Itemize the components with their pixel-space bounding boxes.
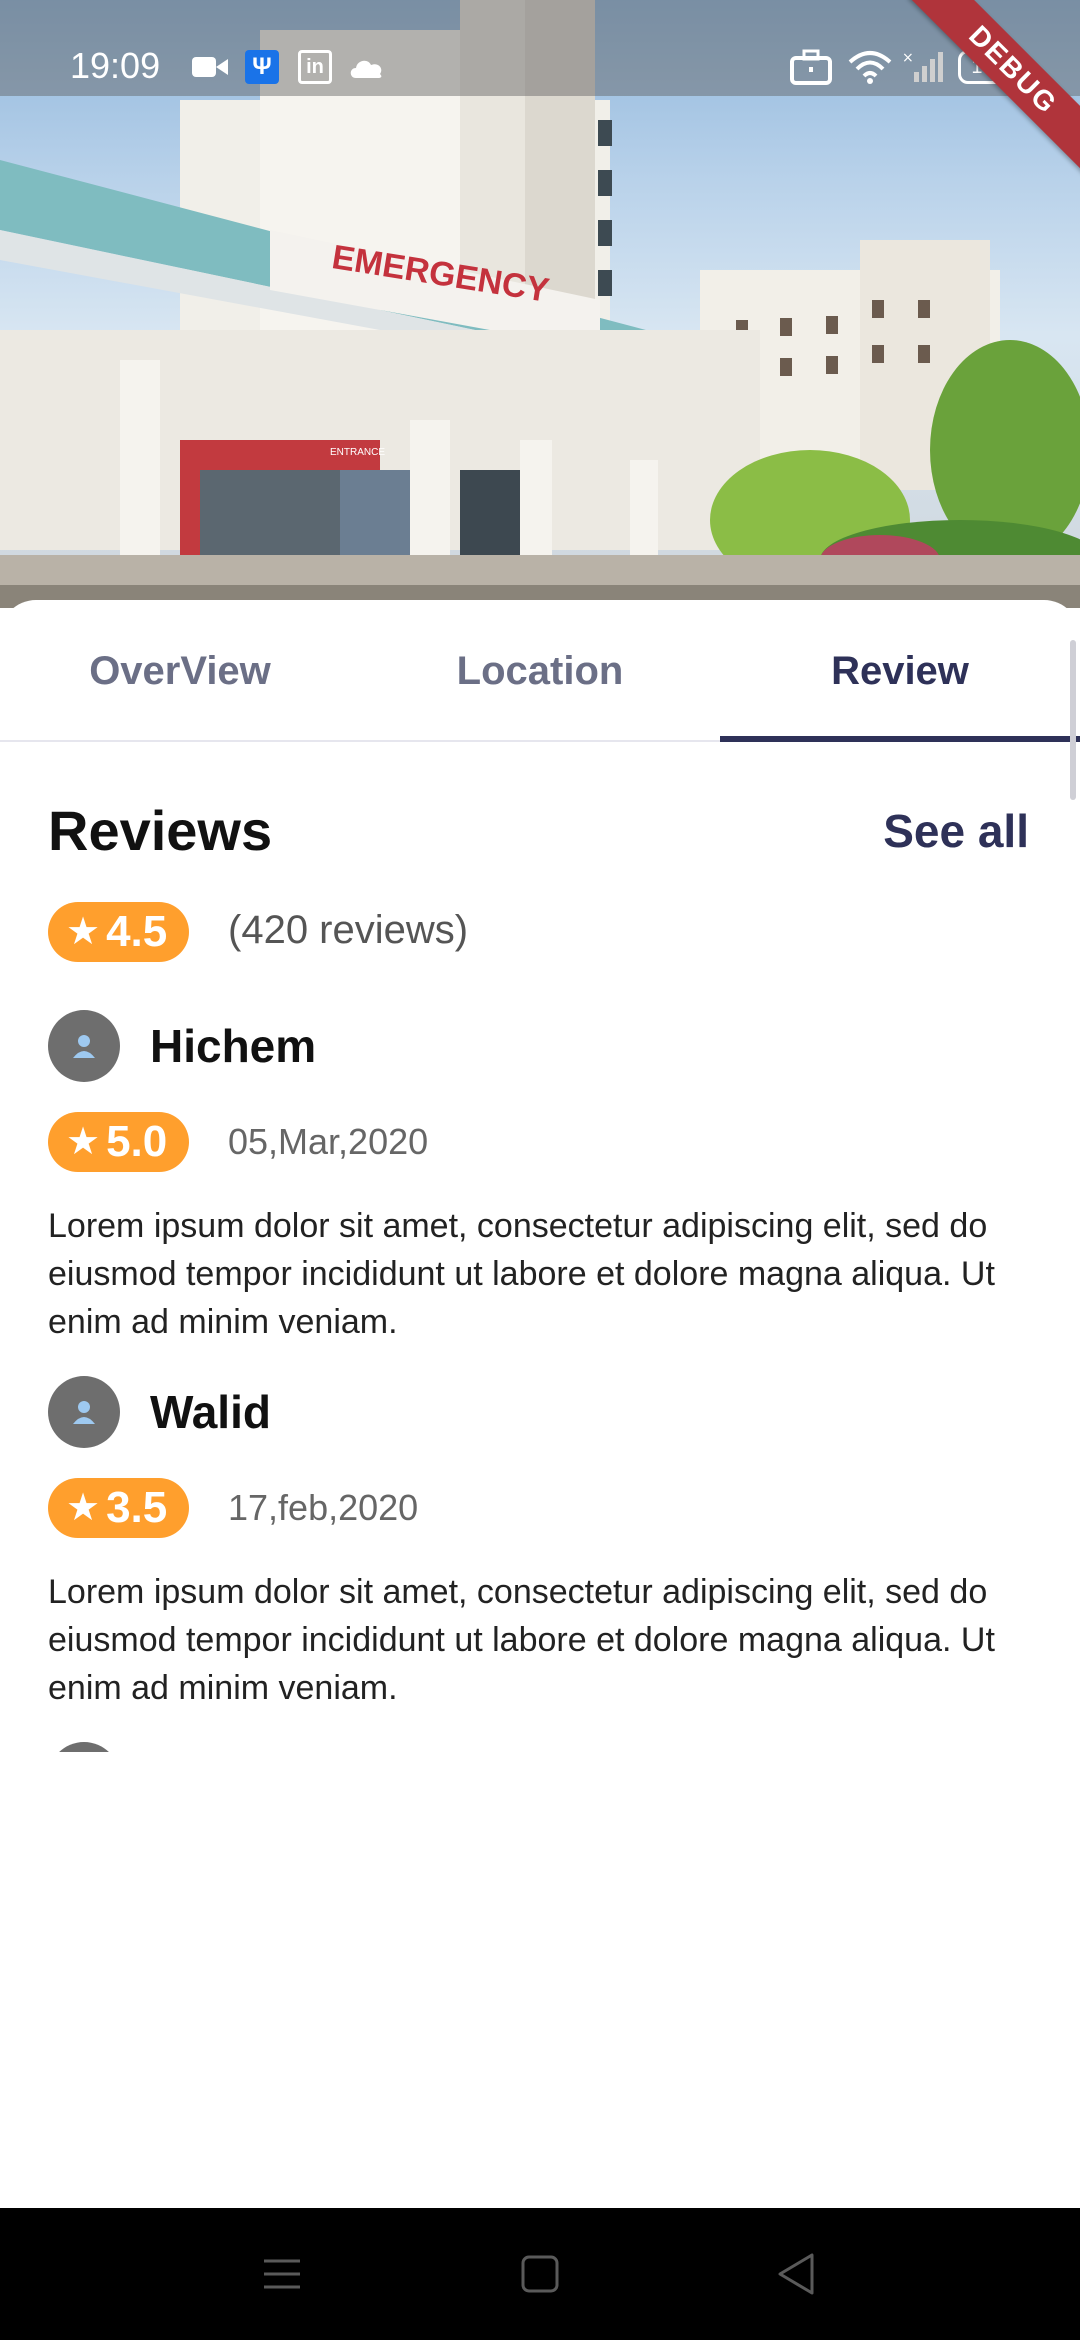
- tab-review[interactable]: Review: [720, 600, 1080, 742]
- tab-bar: OverView Location Review: [0, 600, 1080, 742]
- tab-active-indicator: [720, 736, 1080, 742]
- briefcase-icon: [790, 49, 832, 85]
- review-header: Hichem: [48, 1010, 316, 1082]
- review-date: 17,feb,2020: [228, 1487, 419, 1528]
- signal-icon: ×: [902, 50, 944, 84]
- review-date: 05,Mar,2020: [228, 1121, 429, 1162]
- tab-location[interactable]: Location: [360, 600, 720, 742]
- wifi-icon: [848, 50, 892, 84]
- avatar: [48, 1010, 120, 1082]
- review-count: (420 reviews): [228, 908, 469, 952]
- review-text: Lorem ipsum dolor sit amet, consectetur …: [48, 1207, 995, 1341]
- linkedin-icon: in: [298, 50, 332, 84]
- overall-rating-value: 4.5: [106, 907, 168, 956]
- review-rating-badge: ★ 3.5: [48, 1478, 190, 1538]
- video-icon: [192, 50, 228, 84]
- see-all-link[interactable]: See all: [883, 804, 1029, 858]
- svg-text:×: ×: [902, 50, 914, 66]
- reviewer-name: Walid: [150, 1386, 271, 1438]
- person-icon: [73, 1401, 95, 1424]
- star-icon: ★: [66, 1487, 101, 1529]
- star-icon: ★: [66, 1121, 101, 1163]
- star-icon: ★: [66, 911, 101, 953]
- cloud-icon: [348, 50, 386, 84]
- review-header: Walid: [48, 1376, 271, 1448]
- menu-icon[interactable]: [242, 2238, 322, 2310]
- system-nav-bar: [0, 2208, 1080, 2340]
- status-time: 19:09: [70, 45, 161, 86]
- next-review-avatar-partial: [48, 1742, 120, 1752]
- reviewer-name: Hichem: [150, 1020, 317, 1072]
- overall-rating-badge: ★ 4.5: [48, 902, 190, 962]
- status-bar: 19:09 Ψ in × 100: [0, 0, 1080, 96]
- scrollbar-thumb[interactable]: [1070, 640, 1076, 800]
- home-square-icon[interactable]: [500, 2238, 580, 2310]
- usb-icon: Ψ: [245, 50, 279, 84]
- person-icon: [73, 1035, 95, 1058]
- entrance-sign-text: ENTRANCE: [330, 447, 385, 458]
- reviews-heading: Reviews: [48, 799, 273, 862]
- back-triangle-icon[interactable]: [756, 2238, 836, 2310]
- review-rating-badge: ★ 5.0: [48, 1112, 190, 1172]
- avatar: [48, 1376, 120, 1448]
- review-text: Lorem ipsum dolor sit amet, consectetur …: [48, 1573, 995, 1707]
- review-rating-value: 3.5: [106, 1483, 168, 1532]
- review-rating-value: 5.0: [106, 1117, 168, 1166]
- tab-overview[interactable]: OverView: [0, 600, 360, 742]
